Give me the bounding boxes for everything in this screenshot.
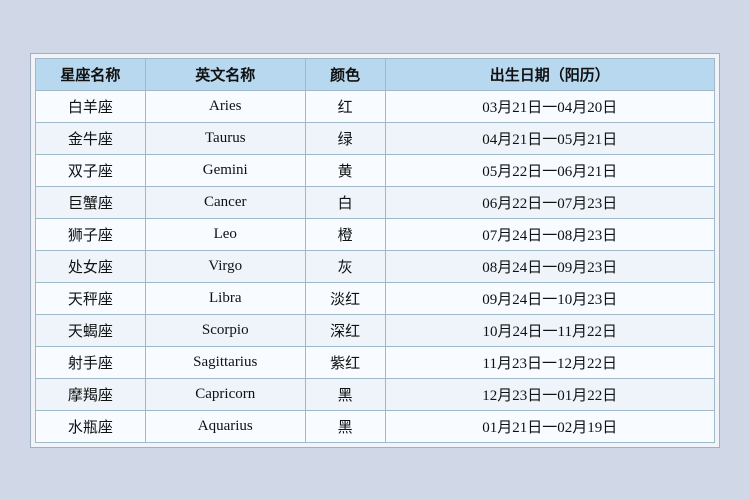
table-row: 狮子座Leo橙07月24日一08月23日 — [36, 218, 715, 250]
cell-english: Virgo — [145, 250, 305, 282]
cell-english: Capricorn — [145, 378, 305, 410]
table-row: 金牛座Taurus绿04月21日一05月21日 — [36, 122, 715, 154]
cell-color: 淡红 — [305, 282, 385, 314]
cell-date: 01月21日一02月19日 — [385, 410, 714, 442]
table-row: 水瓶座Aquarius黑01月21日一02月19日 — [36, 410, 715, 442]
table-row: 巨蟹座Cancer白06月22日一07月23日 — [36, 186, 715, 218]
cell-chinese: 狮子座 — [36, 218, 146, 250]
header-chinese: 星座名称 — [36, 58, 146, 90]
cell-english: Sagittarius — [145, 346, 305, 378]
cell-chinese: 摩羯座 — [36, 378, 146, 410]
table-row: 白羊座Aries红03月21日一04月20日 — [36, 90, 715, 122]
cell-english: Aries — [145, 90, 305, 122]
table-row: 摩羯座Capricorn黑12月23日一01月22日 — [36, 378, 715, 410]
cell-color: 灰 — [305, 250, 385, 282]
cell-color: 白 — [305, 186, 385, 218]
cell-date: 09月24日一10月23日 — [385, 282, 714, 314]
cell-color: 黑 — [305, 378, 385, 410]
cell-date: 08月24日一09月23日 — [385, 250, 714, 282]
cell-chinese: 金牛座 — [36, 122, 146, 154]
cell-chinese: 双子座 — [36, 154, 146, 186]
cell-date: 05月22日一06月21日 — [385, 154, 714, 186]
cell-english: Leo — [145, 218, 305, 250]
cell-chinese: 巨蟹座 — [36, 186, 146, 218]
cell-color: 紫红 — [305, 346, 385, 378]
cell-chinese: 天秤座 — [36, 282, 146, 314]
header-date: 出生日期（阳历） — [385, 58, 714, 90]
cell-date: 11月23日一12月22日 — [385, 346, 714, 378]
cell-date: 07月24日一08月23日 — [385, 218, 714, 250]
cell-english: Aquarius — [145, 410, 305, 442]
cell-date: 03月21日一04月20日 — [385, 90, 714, 122]
cell-color: 深红 — [305, 314, 385, 346]
cell-chinese: 处女座 — [36, 250, 146, 282]
table-row: 天秤座Libra淡红09月24日一10月23日 — [36, 282, 715, 314]
cell-chinese: 天蝎座 — [36, 314, 146, 346]
header-english: 英文名称 — [145, 58, 305, 90]
table-row: 处女座Virgo灰08月24日一09月23日 — [36, 250, 715, 282]
cell-color: 红 — [305, 90, 385, 122]
cell-english: Taurus — [145, 122, 305, 154]
cell-english: Scorpio — [145, 314, 305, 346]
cell-date: 04月21日一05月21日 — [385, 122, 714, 154]
cell-english: Gemini — [145, 154, 305, 186]
table-body: 白羊座Aries红03月21日一04月20日金牛座Taurus绿04月21日一0… — [36, 90, 715, 442]
cell-color: 橙 — [305, 218, 385, 250]
table-header-row: 星座名称 英文名称 颜色 出生日期（阳历） — [36, 58, 715, 90]
table-row: 天蝎座Scorpio深红10月24日一11月22日 — [36, 314, 715, 346]
cell-date: 12月23日一01月22日 — [385, 378, 714, 410]
cell-chinese: 射手座 — [36, 346, 146, 378]
cell-color: 黑 — [305, 410, 385, 442]
zodiac-table-wrapper: 星座名称 英文名称 颜色 出生日期（阳历） 白羊座Aries红03月21日一04… — [30, 53, 720, 448]
header-color: 颜色 — [305, 58, 385, 90]
zodiac-table: 星座名称 英文名称 颜色 出生日期（阳历） 白羊座Aries红03月21日一04… — [35, 58, 715, 443]
cell-english: Cancer — [145, 186, 305, 218]
cell-chinese: 白羊座 — [36, 90, 146, 122]
cell-date: 10月24日一11月22日 — [385, 314, 714, 346]
cell-date: 06月22日一07月23日 — [385, 186, 714, 218]
cell-color: 绿 — [305, 122, 385, 154]
cell-color: 黄 — [305, 154, 385, 186]
cell-english: Libra — [145, 282, 305, 314]
table-row: 双子座Gemini黄05月22日一06月21日 — [36, 154, 715, 186]
cell-chinese: 水瓶座 — [36, 410, 146, 442]
table-row: 射手座Sagittarius紫红11月23日一12月22日 — [36, 346, 715, 378]
